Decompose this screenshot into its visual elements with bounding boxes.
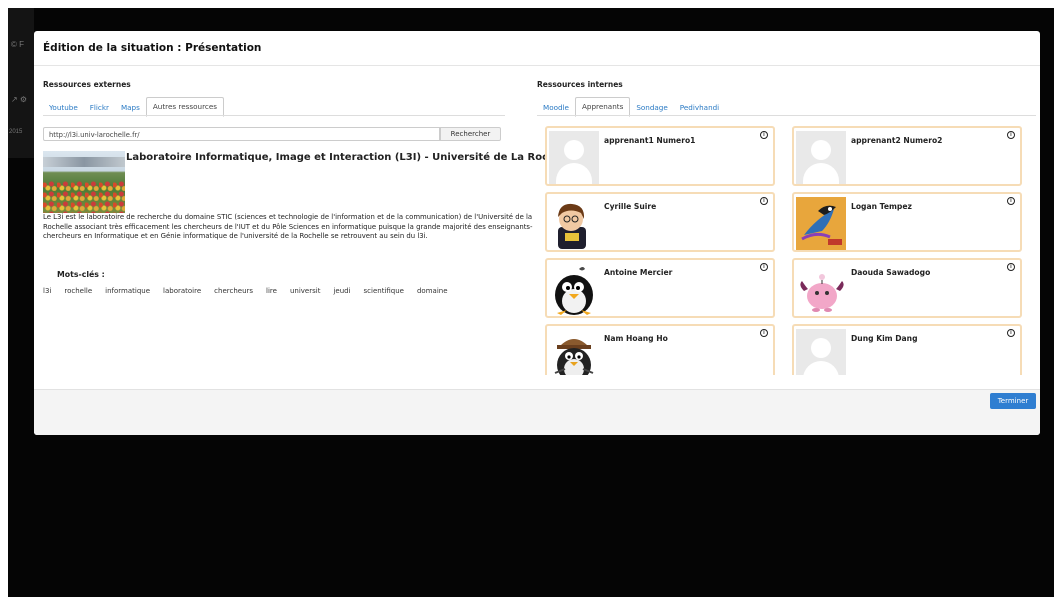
keyword: universit xyxy=(289,287,321,295)
result-description: Le L3i est le laboratoire de recherche d… xyxy=(43,213,533,241)
keywords-list: l3i rochelle informatique laboratoire ch… xyxy=(43,287,461,295)
keyword: domaine xyxy=(416,287,448,295)
background-text: ↗ ⚙ xyxy=(11,95,28,104)
learner-card[interactable]: Antoine Mercier i xyxy=(545,258,775,318)
edit-situation-modal: Édition de la situation : Présentation R… xyxy=(34,31,1040,435)
learner-card[interactable]: Nam Hoang Ho i xyxy=(545,324,775,375)
internal-tabs: Moodle Apprenants Sondage Pedivhandi xyxy=(537,97,725,117)
avatar xyxy=(549,263,599,316)
internal-tabs-divider xyxy=(537,115,1036,116)
keyword: rochelle xyxy=(64,287,93,295)
learner-card[interactable]: Cyrille Suire i xyxy=(545,192,775,252)
keyword: informatique xyxy=(105,287,151,295)
background-text: 2015 xyxy=(9,129,23,135)
learners-list[interactable]: apprenant1 Numero1 i apprenant2 Numero2 … xyxy=(543,124,1036,375)
keyword: chercheurs xyxy=(214,287,254,295)
learner-name: Cyrille Suire xyxy=(604,202,657,211)
avatar xyxy=(796,329,846,375)
avatar xyxy=(549,197,599,250)
keyword: laboratoire xyxy=(163,287,202,295)
learner-card[interactable]: apprenant1 Numero1 i xyxy=(545,126,775,186)
info-icon[interactable]: i xyxy=(760,329,768,337)
learner-card[interactable]: Daouda Sawadogo i xyxy=(792,258,1022,318)
info-icon[interactable]: i xyxy=(760,197,768,205)
result-title[interactable]: Laboratoire Informatique, Image et Inter… xyxy=(126,152,576,163)
modal-footer: Terminer xyxy=(34,389,1040,435)
search-button[interactable]: Rechercher xyxy=(440,127,501,141)
info-icon[interactable]: i xyxy=(1007,131,1015,139)
keyword: scientifique xyxy=(363,287,404,295)
avatar xyxy=(549,131,599,184)
info-icon[interactable]: i xyxy=(1007,329,1015,337)
learner-card[interactable]: Logan Tempez i xyxy=(792,192,1022,252)
keyword: lire xyxy=(266,287,277,295)
learner-name: Daouda Sawadogo xyxy=(851,268,931,277)
info-icon[interactable]: i xyxy=(760,131,768,139)
learner-name: Antoine Mercier xyxy=(604,268,673,277)
learner-name: Dung Kim Dang xyxy=(851,334,918,343)
modal-title: Édition de la situation : Présentation xyxy=(43,42,262,54)
learner-card[interactable]: apprenant2 Numero2 i xyxy=(792,126,1022,186)
info-icon[interactable]: i xyxy=(1007,197,1015,205)
learner-card[interactable]: Dung Kim Dang i xyxy=(792,324,1022,375)
external-tabs: Youtube Flickr Maps Autres ressources xyxy=(43,97,224,117)
avatar xyxy=(796,131,846,184)
tab-autres-ressources[interactable]: Autres ressources xyxy=(145,97,224,117)
result-thumbnail xyxy=(43,151,125,213)
learner-name: apprenant1 Numero1 xyxy=(604,136,696,145)
url-input[interactable]: http://l3i.univ-larochelle.fr/ xyxy=(43,127,440,141)
background-sidebar xyxy=(8,8,34,158)
internal-resources-title: Ressources internes xyxy=(537,80,623,89)
avatar xyxy=(549,329,599,375)
info-icon[interactable]: i xyxy=(760,263,768,271)
background-text: © F xyxy=(11,40,25,49)
avatar xyxy=(796,263,846,316)
learner-name: Logan Tempez xyxy=(851,202,912,211)
modal-header: Édition de la situation : Présentation xyxy=(34,31,1040,66)
tab-apprenants[interactable]: Apprenants xyxy=(574,97,631,117)
learner-name: apprenant2 Numero2 xyxy=(851,136,943,145)
keywords-label: Mots-clés : xyxy=(57,270,105,279)
learner-name: Nam Hoang Ho xyxy=(604,334,668,343)
external-tabs-divider xyxy=(43,115,505,116)
keyword: l3i xyxy=(43,287,52,295)
finish-button[interactable]: Terminer xyxy=(990,393,1036,409)
avatar xyxy=(796,197,846,250)
info-icon[interactable]: i xyxy=(1007,263,1015,271)
keyword: jeudi xyxy=(333,287,351,295)
external-resources-title: Ressources externes xyxy=(43,80,131,89)
